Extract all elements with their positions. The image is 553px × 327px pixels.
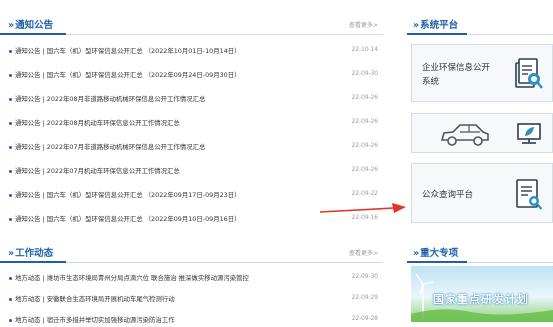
list-item[interactable]: 通知公告 | 2022年08月机动车环保信息公开工作情况汇总 22-09-26 [0,115,383,133]
bullet-icon [9,218,12,221]
bullet-icon [9,50,12,53]
divider-accent [407,261,467,263]
special-header: » 重大专项 [407,241,553,263]
notice-title: » 通知公告 [8,17,53,31]
red-arrow-icon [319,203,406,213]
document-search-icon [516,179,543,210]
card-label-line1: 企业环保信息公开 [422,63,491,73]
list-item-text[interactable]: 通知公告 | 2022年08月机动车环保信息公开工作情况汇总 [15,118,335,127]
bullet-icon [9,146,12,149]
bullet-icon [9,74,12,77]
list-item-text[interactable]: 地方动态 | 潍坊市生态环境局青州分局点滴穴位 联合施治 推深做实移动源污染管控 [15,273,335,282]
bullet-icon [9,194,12,197]
list-item-text[interactable]: 通知公告 | 国六车（机）型环保信息公开汇总 （2022年09月24日-09月3… [15,70,335,79]
list-item[interactable]: 通知公告 | 国六车（机）型环保信息公开汇总 （2022年10月01日-10月1… [0,43,383,61]
list-item[interactable]: 地方动态 | 潍坊市生态环境局青州分局点滴穴位 联合施治 推深做实移动源污染管控… [0,270,383,288]
list-item-text[interactable]: 通知公告 | 2022年08月非道路移动机械环保信息公开工作情况汇总 [15,94,335,103]
special-title-text: 重大专项 [420,248,459,259]
vehicle-card[interactable] [411,113,553,153]
list-item-text[interactable]: 通知公告 | 2022年07月非道路移动机械环保信息公开工作情况汇总 [15,142,335,151]
platform-title: » 系统平台 [413,17,458,31]
list-item-text[interactable]: 通知公告 | 国六车（机）型环保信息公开汇总 （2022年10月01日-10月1… [15,46,335,55]
notice-more-link[interactable]: 查看更多> [349,20,378,29]
banner-text: 国家重点研发计划 [433,293,529,306]
bullet-icon [9,122,12,125]
platform-header: » 系统平台 [407,13,553,35]
notice-title-text: 通知公告 [15,20,54,31]
right-column: » 系统平台 企业环保信息公开 系统 公众查询平台 » 重大专项 国家重点研发计… [407,0,553,327]
list-item[interactable]: 地方动态 | 宿迁市多措并举切实加强移动源污染防治工作 22-09-28 [0,312,383,327]
bullet-icon [9,277,12,280]
double-chevron-icon: » [413,20,419,31]
list-item-date: 22-10-14 [351,47,378,53]
list-item[interactable]: 通知公告 | 2022年08月非道路移动机械环保信息公开工作情况汇总 22-09… [0,91,383,109]
platform-title-text: 系统平台 [420,20,459,31]
divider-accent [407,33,467,35]
monitor-leaf-icon [517,123,541,144]
card-label: 公众查询平台 [422,188,473,202]
list-item[interactable]: 通知公告 | 2022年07月机动车环保信息公开工作情况汇总 22-09-26 [0,163,383,181]
public-query-card[interactable]: 公众查询平台 [411,163,553,223]
list-item[interactable]: 地方动态 | 安徽联合生态环境局开展机动车尾气检测行动 22-09-29 [0,291,383,309]
key-rd-program-banner[interactable]: 国家重点研发计划 [411,266,553,322]
double-chevron-icon: » [8,248,14,259]
document-search-icon [515,58,543,89]
double-chevron-icon: » [413,248,419,259]
enterprise-disclosure-card[interactable]: 企业环保信息公开 系统 [411,44,553,102]
list-item-date: 22-09-29 [351,295,378,301]
list-item-text[interactable]: 地方动态 | 宿迁市多措并举切实加强移动源污染防治工作 [15,315,335,324]
list-item-date: 22-09-26 [351,119,378,125]
card-label-line1: 公众查询平台 [422,190,474,200]
special-title: » 重大专项 [413,245,458,259]
work-header: » 工作动态 查看更多> [0,241,383,263]
list-item-date: 22-09-26 [351,167,378,173]
bullet-icon [9,170,12,173]
list-item-date: 22-09-26 [351,143,378,149]
list-item-text[interactable]: 通知公告 | 2022年07月机动车环保信息公开工作情况汇总 [15,166,335,175]
card-label: 企业环保信息公开 系统 [422,61,490,89]
list-item-text[interactable]: 通知公告 | 国六车（机）型环保信息公开汇总 （2022年09月10日-09月1… [15,214,335,223]
divider-accent [0,261,66,263]
bullet-icon [9,319,12,322]
divider-accent [0,33,66,35]
list-item-date: 22-09-26 [351,95,378,101]
list-item-date: 22-09-30 [351,71,378,77]
double-chevron-icon: » [8,20,14,31]
work-more-link[interactable]: 查看更多> [349,248,378,257]
list-item-text[interactable]: 地方动态 | 安徽联合生态环境局开展机动车尾气检测行动 [15,294,335,303]
car-icon [440,124,489,146]
work-title: » 工作动态 [8,245,53,259]
bullet-icon [9,298,12,301]
card-label-line2: 系统 [422,77,440,87]
notice-header: » 通知公告 查看更多> [0,13,383,35]
list-item-date: 22-09-22 [351,191,378,197]
left-column: » 通知公告 查看更多> 通知公告 | 国六车（机）型环保信息公开汇总 （2022… [0,0,383,327]
list-item-date: 22-09-30 [351,274,378,280]
list-item[interactable]: 通知公告 | 2022年07月非道路移动机械环保信息公开工作情况汇总 22-09… [0,139,383,157]
list-item-text[interactable]: 通知公告 | 国六车（机）型环保信息公开汇总 （2022年09月17日-09月2… [15,190,335,199]
list-item-date: 22-09-28 [351,316,378,322]
work-title-text: 工作动态 [15,248,54,259]
list-item[interactable]: 通知公告 | 国六车（机）型环保信息公开汇总 （2022年09月24日-09月3… [0,67,383,85]
bullet-icon [9,98,12,101]
